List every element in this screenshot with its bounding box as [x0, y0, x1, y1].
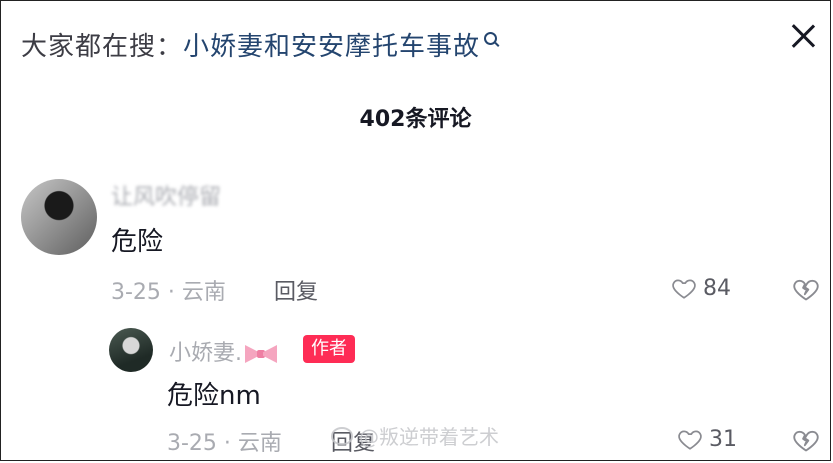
like-count: 31	[709, 426, 737, 452]
dislike-icon[interactable]	[792, 426, 820, 454]
heart-icon	[678, 430, 702, 450]
comment-panel: 大家都在搜： 小娇妻和安安摩托车事故 402条评论 让风吹停留 危险 3-25 …	[0, 0, 831, 461]
reply-button[interactable]: 回复	[274, 274, 318, 306]
like-count: 84	[703, 275, 731, 301]
author-badge: 作者	[303, 335, 355, 363]
like-button[interactable]: 84	[671, 275, 731, 301]
search-prefix: 大家都在搜：	[21, 31, 184, 62]
reply-username-row[interactable]: 小娇妻.	[169, 335, 278, 367]
reply-text: 危险nm	[167, 381, 261, 411]
search-query-link[interactable]: 小娇妻和安安摩托车事故	[183, 26, 480, 63]
comment-count-title: 402条评论	[359, 107, 472, 132]
like-button[interactable]: 31	[677, 426, 737, 452]
dislike-icon[interactable]	[792, 275, 820, 303]
close-icon[interactable]	[788, 21, 818, 51]
avatar[interactable]	[109, 328, 153, 372]
heart-icon	[672, 279, 696, 299]
search-suggestion-bar[interactable]: 大家都在搜： 小娇妻和安安摩托车事故	[21, 19, 498, 69]
reply-username: 小娇妻.	[169, 341, 242, 366]
comment-username[interactable]: 让风吹停留	[111, 179, 221, 211]
reply-meta: 3-25 · 云南	[167, 431, 282, 456]
bow-icon	[244, 342, 278, 366]
reply-button[interactable]: 回复	[331, 425, 375, 457]
avatar[interactable]	[21, 179, 97, 255]
comment-text: 危险	[111, 227, 164, 257]
watermark-text: @叛逆带着艺术	[359, 425, 499, 449]
search-icon	[484, 31, 498, 45]
comment-meta: 3-25 · 云南	[111, 280, 226, 305]
